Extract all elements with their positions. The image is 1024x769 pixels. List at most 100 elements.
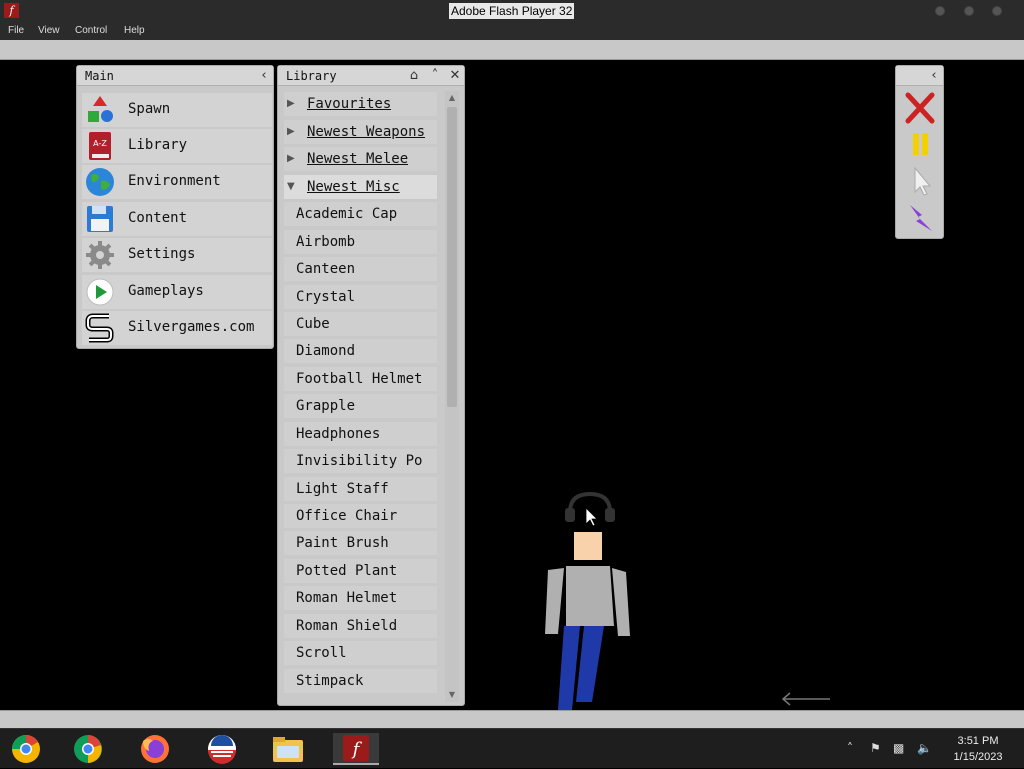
character-left-arm — [545, 568, 564, 634]
main-item-gameplays[interactable]: Gameplays — [82, 275, 272, 309]
clock-date: 1/15/2023 — [953, 751, 1003, 763]
character-right-arm — [612, 568, 630, 636]
menu-control[interactable]: Control — [75, 25, 107, 36]
library-item[interactable]: Headphones — [284, 422, 437, 446]
library-item[interactable]: Diamond — [284, 339, 437, 363]
library-item[interactable]: Office Chair — [284, 504, 437, 528]
main-item-label: Spawn — [128, 101, 171, 117]
library-item[interactable]: Invisibility Potion — [284, 449, 437, 473]
library-item[interactable]: Stimpack — [284, 669, 437, 693]
library-category-selected[interactable]: ▼ Newest Misc — [284, 175, 437, 199]
network-icon[interactable]: ▩ — [893, 741, 904, 755]
library-item[interactable]: Roman Helmet — [284, 586, 437, 610]
library-item-label: Academic Cap — [296, 206, 398, 222]
shapes-icon — [88, 96, 113, 122]
library-item-label: Roman Shield — [296, 618, 398, 634]
library-item-label: Football Helmet — [296, 371, 423, 387]
main-item-settings[interactable]: Settings — [82, 238, 272, 272]
library-item-label: Office Chair — [296, 508, 398, 524]
library-category[interactable]: ▶ Newest Melee — [284, 147, 437, 171]
library-item[interactable]: Grapple — [284, 394, 437, 418]
library-item-label: Headphones — [296, 426, 381, 442]
scroll-down-arrow-icon[interactable]: ▼ — [446, 689, 458, 701]
delete-tool-button[interactable] — [902, 91, 938, 125]
library-item[interactable]: Roman Shield — [284, 614, 437, 638]
main-item-label: Gameplays — [128, 283, 204, 299]
main-item-label: Environment — [128, 173, 221, 189]
library-item[interactable]: Light Staff — [284, 477, 437, 501]
flash-app-icon: f — [4, 3, 19, 18]
scroll-thumb[interactable] — [447, 107, 457, 407]
close-panel-icon[interactable]: ✕ — [446, 67, 464, 85]
main-item-label: Settings — [128, 246, 196, 262]
show-hidden-icons-icon[interactable]: ˄ — [847, 741, 853, 755]
close-window-button[interactable] — [992, 6, 1002, 16]
main-item-spawn[interactable]: Spawn — [82, 93, 272, 127]
collapse-chevron-icon[interactable]: ‹ — [925, 67, 943, 85]
expanded-arrow-icon: ▼ — [287, 181, 295, 192]
taskbar-app[interactable] — [202, 733, 242, 765]
home-icon[interactable]: ⌂ — [405, 67, 423, 85]
silvergames-logo-icon — [85, 313, 114, 343]
category-label: Favourites — [307, 96, 392, 112]
taskbar-app[interactable] — [135, 733, 175, 765]
category-label: Newest Weapons — [307, 124, 426, 140]
lightning-icon — [910, 205, 932, 231]
taskbar-app[interactable] — [68, 733, 108, 765]
library-category[interactable]: ▶ Newest Weapons — [284, 120, 437, 144]
window-title-bar: f Adobe Flash Player 32 — [0, 0, 1024, 22]
menu-view[interactable]: View — [38, 25, 60, 36]
library-item[interactable]: Scroll — [284, 641, 437, 665]
library-item[interactable]: Airbomb — [284, 230, 437, 254]
library-item-label: Stimpack — [296, 673, 364, 689]
taskbar-app-active[interactable]: f — [333, 733, 379, 765]
main-item-label: Silvergames.com — [128, 319, 255, 335]
taskbar-clock[interactable]: 3:51 PM 1/15/2023 — [938, 733, 1018, 765]
firefox-icon — [141, 735, 169, 763]
book-icon: A-Z — [89, 132, 111, 160]
chrome-canary-icon — [12, 735, 40, 763]
collapsed-arrow-icon: ▶ — [287, 153, 295, 164]
library-panel-header: Library ⌂ ˄ ✕ — [278, 66, 464, 86]
library-item[interactable]: Crystal — [284, 285, 437, 309]
volume-icon[interactable]: 🔈 — [917, 741, 932, 755]
pointer-tool-button[interactable] — [902, 164, 938, 198]
main-item-content[interactable]: Content — [82, 202, 272, 236]
library-item-label: Potted Plant — [296, 563, 398, 579]
taskbar-app[interactable] — [6, 733, 46, 765]
scroll-up-arrow-icon[interactable]: ▲ — [446, 92, 458, 104]
power-tool-button[interactable] — [902, 201, 938, 235]
main-item-environment[interactable]: Environment — [82, 165, 272, 199]
gear-icon — [86, 241, 114, 269]
library-item[interactable]: Canteen — [284, 257, 437, 281]
library-item[interactable]: Paint Brush — [284, 531, 437, 555]
library-item[interactable]: Potted Plant — [284, 559, 437, 583]
ragdoll-character[interactable] — [540, 490, 640, 710]
main-item-silvergames[interactable]: Silvergames.com — [82, 311, 272, 345]
library-item[interactable]: Football Helmet — [284, 367, 437, 391]
main-item-label: Content — [128, 210, 188, 226]
taskbar: f ˄ ⚑ ▩ 🔈 3:51 PM 1/15/2023 — [0, 728, 1024, 768]
taskbar-app[interactable] — [268, 733, 308, 765]
collapse-chevron-icon[interactable]: ‹ — [255, 67, 273, 85]
maximize-button[interactable] — [964, 6, 974, 16]
library-item[interactable]: Academic Cap — [284, 202, 437, 226]
library-category[interactable]: ▶ Favourites — [284, 92, 437, 116]
menu-file[interactable]: File — [8, 25, 24, 36]
main-panel-header: Main ‹ — [77, 66, 273, 86]
library-item-label: Canteen — [296, 261, 356, 277]
library-scrollbar[interactable]: ▲ ▼ — [445, 91, 459, 702]
menu-help[interactable]: Help — [124, 25, 145, 36]
library-item-label: Grapple — [296, 398, 356, 414]
chevron-up-icon[interactable]: ˄ — [426, 67, 444, 85]
arrow-left-icon — [781, 692, 830, 706]
action-center-flag-icon[interactable]: ⚑ — [870, 741, 881, 755]
close-x-icon — [905, 92, 935, 124]
library-item[interactable]: Cube — [284, 312, 437, 336]
minimize-button[interactable] — [935, 6, 945, 16]
tool-panel-header: ‹ — [896, 66, 943, 86]
clock-time: 3:51 PM — [957, 735, 999, 747]
main-item-library[interactable]: A-Z Library — [82, 129, 272, 163]
pause-button[interactable] — [902, 127, 938, 161]
library-panel: Library ⌂ ˄ ✕ ▶ Favourites ▶ Newest Weap… — [277, 65, 465, 706]
